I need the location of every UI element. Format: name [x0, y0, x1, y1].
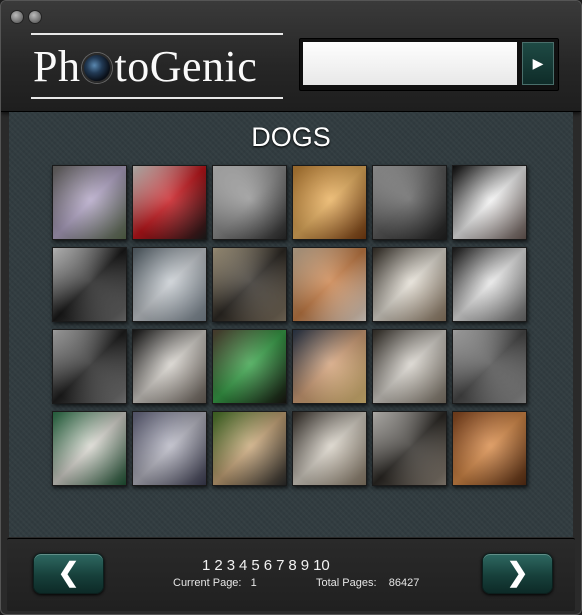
thumbnail-shade: [213, 330, 286, 403]
page-link-9[interactable]: 9: [301, 557, 309, 574]
previous-page-button[interactable]: ❮: [33, 553, 104, 594]
thumbnail-shade: [453, 412, 526, 485]
thumbnail-shade: [213, 166, 286, 239]
thumbnail-shade: [293, 248, 366, 321]
chevron-right-icon: ❯: [506, 557, 529, 587]
total-pages-info: Total Pages: 86427: [316, 577, 419, 589]
thumbnail-husky-sleeping[interactable]: [452, 329, 527, 404]
thumbnail-husky-closeup[interactable]: [52, 247, 127, 322]
chevron-left-icon: ❮: [57, 557, 80, 587]
thumbnail-shade: [133, 412, 206, 485]
window-close-button[interactable]: [10, 10, 24, 24]
thumbnail-shade: [373, 166, 446, 239]
app-title: Ph toGenic: [33, 41, 257, 92]
thumbnail-two-huskies[interactable]: [452, 247, 527, 322]
gallery-heading: DOGS: [251, 122, 331, 152]
thumbnail-shade: [293, 330, 366, 403]
next-page-button[interactable]: ❯: [482, 553, 553, 594]
page-link-10[interactable]: 10: [313, 557, 330, 574]
thumbnail-bw-dog-bicycle[interactable]: [372, 165, 447, 240]
thumbnail-husky-blue-eyes[interactable]: [372, 247, 447, 322]
app-title-part1: Ph: [33, 42, 81, 91]
thumbnail-golden-retriever-ball[interactable]: [292, 165, 367, 240]
thumbnail-orange-puppies[interactable]: [452, 411, 527, 486]
thumbnail-grey-kitten-blanket[interactable]: [132, 411, 207, 486]
thumbnail-husky-mirror[interactable]: [372, 329, 447, 404]
window-minimize-button[interactable]: [28, 10, 42, 24]
thumbnail-shade: [373, 412, 446, 485]
thumbnail-husky-nose-closeup[interactable]: [132, 329, 207, 404]
thumbnail-shade: [453, 330, 526, 403]
thumbnail-shade: [133, 248, 206, 321]
thumbnail-shade: [53, 412, 126, 485]
page-link-3[interactable]: 3: [227, 557, 235, 574]
header-bar: Ph toGenic ▶: [1, 1, 581, 112]
thumbnail-shade: [133, 166, 206, 239]
page-link-4[interactable]: 4: [239, 557, 247, 574]
page-link-7[interactable]: 7: [276, 557, 284, 574]
thumbnail-boy-with-puppy[interactable]: [292, 329, 367, 404]
page-link-2[interactable]: 2: [214, 557, 222, 574]
gallery-panel: DOGS: [9, 112, 573, 537]
thumbnail-kitten-garden-hose[interactable]: [52, 411, 127, 486]
thumbnail-black-cat-green-mug[interactable]: [212, 329, 287, 404]
thumbnail-grey-kitten[interactable]: [132, 247, 207, 322]
page-link-1[interactable]: 1: [202, 557, 210, 574]
thumbnail-dog-among-purple-flowers[interactable]: [52, 165, 127, 240]
pagination-bar: ❮ 1 2 3 4 5 6 7 8 9 10 Current Page: 1 Total Page…: [7, 538, 575, 611]
thumbnail-husky-on-bed[interactable]: [372, 411, 447, 486]
current-page-value: 1: [250, 577, 257, 589]
thumbnail-vintage-dog-club-poster[interactable]: [132, 165, 207, 240]
thumbnail-black-white-collie[interactable]: [452, 165, 527, 240]
thumbnail-husky-lying[interactable]: [212, 247, 287, 322]
thumbnail-shade: [53, 248, 126, 321]
thumbnail-cat-on-grass[interactable]: [212, 411, 287, 486]
search-box: ▶: [299, 38, 559, 91]
thumbnail-shade: [133, 330, 206, 403]
thumbnail-shade: [453, 166, 526, 239]
app-title-part2: toGenic: [114, 42, 258, 91]
thumbnail-shade: [213, 248, 286, 321]
thumbnail-shade: [213, 412, 286, 485]
thumbnail-shade: [453, 248, 526, 321]
current-page-label: Current Page:: [173, 577, 242, 589]
page-link-6[interactable]: 6: [264, 557, 272, 574]
thumbnail-husky-on-couch[interactable]: [292, 411, 367, 486]
camera-lens-icon: [82, 53, 113, 83]
thumbnail-grid: [52, 165, 532, 491]
thumbnail-shade: [373, 248, 446, 321]
thumbnail-shade: [373, 330, 446, 403]
search-go-button[interactable]: ▶: [522, 42, 554, 85]
page-link-5[interactable]: 5: [251, 557, 259, 574]
app-window: Ph toGenic ▶ DOGS ❮ 1 2 3 4 5 6 7 8 9 10 Current P…: [0, 0, 582, 615]
play-arrow-icon: ▶: [532, 55, 544, 71]
current-page-info: Current Page: 1: [173, 577, 257, 589]
search-input[interactable]: [303, 42, 517, 85]
total-pages-label: Total Pages:: [316, 577, 377, 589]
app-logo: Ph toGenic: [31, 33, 283, 99]
thumbnail-shade: [293, 412, 366, 485]
total-pages-value: 86427: [388, 577, 420, 589]
thumbnail-shade: [293, 166, 366, 239]
page-link-8[interactable]: 8: [288, 557, 296, 574]
thumbnail-bw-husky-window[interactable]: [52, 329, 127, 404]
page-number-links: 1 2 3 4 5 6 7 8 9 10: [202, 557, 402, 575]
thumbnail-shade: [53, 330, 126, 403]
thumbnail-shade: [53, 166, 126, 239]
thumbnail-bw-dog-peeking[interactable]: [212, 165, 287, 240]
thumbnail-orange-cat-sleeping[interactable]: [292, 247, 367, 322]
